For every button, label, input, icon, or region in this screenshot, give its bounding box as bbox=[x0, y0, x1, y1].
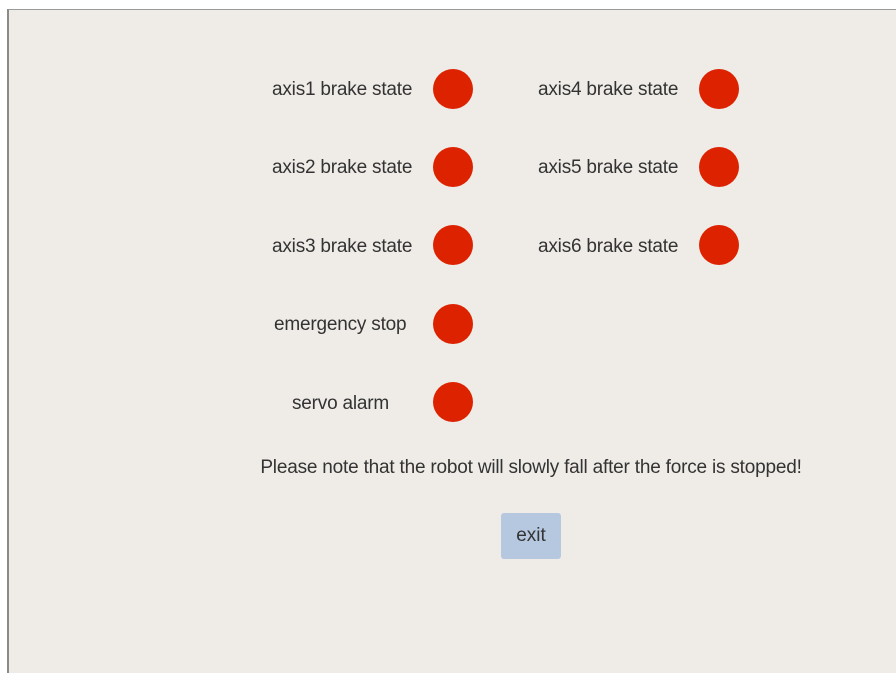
axis6-brake-label: axis6 brake state bbox=[538, 236, 679, 257]
axis1-brake-indicator-icon bbox=[433, 69, 473, 109]
emergency-stop-label: emergency stop bbox=[274, 314, 407, 335]
axis4-brake-indicator-icon bbox=[699, 69, 739, 109]
emergency-stop-indicator-icon bbox=[433, 304, 473, 344]
axis3-brake-label: axis3 brake state bbox=[272, 236, 413, 257]
axis2-brake-label: axis2 brake state bbox=[272, 157, 413, 178]
axis3-brake-indicator-icon bbox=[433, 225, 473, 265]
servo-alarm-indicator-icon bbox=[433, 382, 473, 422]
fall-warning-notice: Please note that the robot will slowly f… bbox=[260, 457, 802, 478]
axis4-brake-label: axis4 brake state bbox=[538, 79, 679, 100]
axis2-brake-indicator-icon bbox=[433, 147, 473, 187]
axis1-brake-label: axis1 brake state bbox=[272, 79, 413, 100]
exit-button[interactable]: exit bbox=[501, 513, 561, 559]
axis5-brake-label: axis5 brake state bbox=[538, 157, 679, 178]
axis6-brake-indicator-icon bbox=[699, 225, 739, 265]
servo-alarm-label: servo alarm bbox=[292, 393, 390, 414]
axis5-brake-indicator-icon bbox=[699, 147, 739, 187]
